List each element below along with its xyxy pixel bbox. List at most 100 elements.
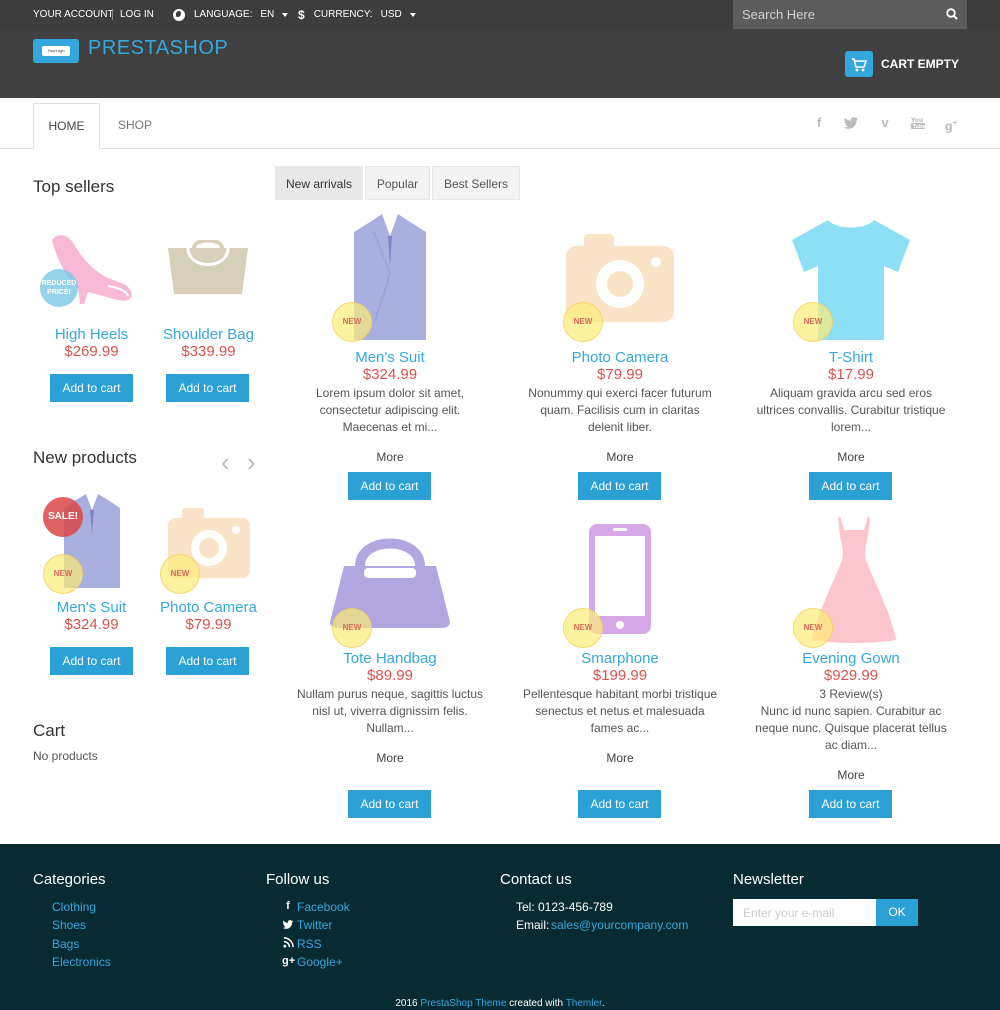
product-price: $324.99	[64, 616, 119, 633]
product-description: Aliquam gravida arcu sed eros ultrices c…	[756, 386, 946, 434]
top-seller-item: High Heels $269.99	[33, 326, 150, 360]
chevron-down-icon	[409, 12, 416, 17]
add-to-cart-button[interactable]: Add to cart	[348, 790, 431, 818]
tab-popular[interactable]: Popular	[365, 166, 430, 200]
product-description: Nunc id nunc sapien. Curabitur ac neque …	[755, 704, 947, 752]
twitter-icon[interactable]	[843, 116, 859, 130]
login-link[interactable]: LOG IN	[120, 0, 154, 29]
copyright-year: 2016	[395, 998, 418, 1009]
google-plus-icon: g+	[282, 955, 296, 967]
product-card: Men's Suit $324.99 Lorem ipsum dolor sit…	[275, 349, 505, 436]
search-icon[interactable]	[946, 8, 958, 20]
your-account-link[interactable]: YOUR ACCOUNT	[33, 0, 114, 29]
cart-icon	[845, 51, 873, 77]
add-to-cart-button[interactable]: Add to cart	[50, 374, 133, 402]
add-to-cart-button[interactable]: Add to cart	[578, 472, 661, 500]
product-name[interactable]: T-Shirt	[736, 349, 966, 366]
logo-badge-text: YourLogo	[42, 46, 70, 56]
nav-tab-home[interactable]: HOME	[33, 103, 100, 149]
svg-text:Tube: Tube	[913, 124, 927, 130]
add-to-cart-button[interactable]: Add to cart	[578, 790, 661, 818]
newsletter-email-input[interactable]	[733, 899, 876, 926]
product-price: $269.99	[64, 343, 119, 360]
twitter-icon	[282, 919, 294, 933]
cart-status: CART EMPTY	[881, 57, 959, 71]
product-name[interactable]: Men's Suit	[33, 599, 150, 616]
cart-button[interactable]: CART EMPTY	[845, 51, 959, 77]
newsletter-title: Newsletter	[733, 871, 804, 888]
product-card: Photo Camera $79.99 Nonummy qui exerci f…	[505, 349, 735, 436]
svg-text:You: You	[910, 117, 923, 124]
dollar-icon: $	[298, 7, 305, 22]
product-name[interactable]: Men's Suit	[275, 349, 505, 366]
product-name[interactable]: Shoulder Bag	[150, 326, 267, 343]
cart-title: Cart	[33, 721, 66, 740]
vimeo-icon[interactable]: v	[877, 116, 893, 130]
more-link[interactable]: More	[275, 450, 505, 464]
product-name[interactable]: Tote Handbag	[275, 650, 505, 667]
add-to-cart-button[interactable]: Add to cart	[50, 647, 133, 675]
contact-email-link[interactable]: sales@yourcompany.com	[551, 918, 688, 932]
logo-text[interactable]: PRESTASHOP	[88, 37, 228, 60]
new-product-item: Men's Suit $324.99	[33, 599, 150, 633]
add-to-cart-button[interactable]: Add to cart	[809, 472, 892, 500]
follow-link-google-plus[interactable]: Google+	[297, 955, 343, 969]
nav-tab-shop[interactable]: SHOP	[100, 103, 170, 149]
product-name[interactable]: Evening Gown	[736, 650, 966, 667]
product-price: $339.99	[181, 343, 236, 360]
new-badge: NEW	[332, 608, 372, 648]
product-description: Nullam purus neque, sagittis luctus nisl…	[296, 687, 484, 735]
review-count[interactable]: 3 Review(s)	[736, 686, 966, 703]
follow-link-facebook[interactable]: Facebook	[297, 900, 350, 914]
product-name[interactable]: Photo Camera	[505, 349, 735, 366]
follow-link-rss[interactable]: RSS	[297, 937, 322, 951]
tab-best-sellers[interactable]: Best Sellers	[432, 166, 520, 200]
category-link[interactable]: Clothing	[52, 900, 96, 914]
search-input[interactable]	[733, 0, 938, 29]
language-label: LANGUAGE:	[194, 8, 253, 20]
sale-badge: SALE!	[43, 497, 83, 537]
more-link[interactable]: More	[275, 751, 505, 765]
newsletter-submit-button[interactable]: OK	[876, 899, 918, 926]
top-seller-item: Shoulder Bag $339.99	[150, 326, 267, 360]
category-link[interactable]: Electronics	[52, 955, 111, 969]
add-to-cart-button[interactable]: Add to cart	[348, 472, 431, 500]
facebook-icon: f	[286, 900, 290, 912]
new-badge: NEW	[563, 302, 603, 342]
facebook-icon[interactable]: f	[811, 116, 827, 130]
themler-link[interactable]: Themler	[566, 998, 602, 1009]
language-selector[interactable]: LANGUAGE: EN	[173, 0, 289, 29]
chevron-right-icon[interactable]: ›	[247, 449, 261, 475]
new-badge: NEW	[43, 554, 83, 594]
google-plus-icon[interactable]: g+	[943, 116, 959, 133]
chevron-left-icon[interactable]: ‹	[221, 449, 235, 475]
copyright: 2016 PrestaShop Theme created with Theml…	[0, 998, 1000, 1009]
more-link[interactable]: More	[736, 450, 966, 464]
product-price: $929.99	[823, 667, 879, 684]
category-link[interactable]: Shoes	[52, 918, 86, 932]
new-badge: NEW	[563, 608, 603, 648]
category-link[interactable]: Bags	[52, 937, 79, 951]
currency-selector[interactable]: $ CURRENCY: USD	[298, 0, 416, 29]
add-to-cart-button[interactable]: Add to cart	[809, 790, 892, 818]
more-link[interactable]: More	[505, 450, 735, 464]
copyright-text: created with	[509, 998, 564, 1009]
language-value: EN	[260, 8, 275, 20]
top-sellers-title: Top sellers	[33, 177, 115, 196]
product-description: Pellentesque habitant morbi tristique se…	[522, 687, 718, 735]
follow-link-twitter[interactable]: Twitter	[297, 918, 332, 932]
more-link[interactable]: More	[736, 768, 966, 782]
shoulder-bag-image[interactable]	[166, 240, 250, 296]
youtube-icon[interactable]: You Tube	[910, 116, 927, 130]
product-name[interactable]: High Heels	[33, 326, 150, 343]
new-products-title: New products	[33, 448, 137, 467]
tab-new-arrivals[interactable]: New arrivals	[275, 166, 363, 200]
site-header: YourLogo PRESTASHOP CART EMPTY	[0, 29, 1000, 98]
logo-badge[interactable]: YourLogo	[33, 39, 79, 63]
add-to-cart-button[interactable]: Add to cart	[166, 647, 249, 675]
product-name[interactable]: Smarphone	[505, 650, 735, 667]
product-name[interactable]: Photo Camera	[150, 599, 267, 616]
add-to-cart-button[interactable]: Add to cart	[166, 374, 249, 402]
theme-link[interactable]: PrestaShop Theme	[420, 998, 506, 1009]
more-link[interactable]: More	[505, 751, 735, 765]
